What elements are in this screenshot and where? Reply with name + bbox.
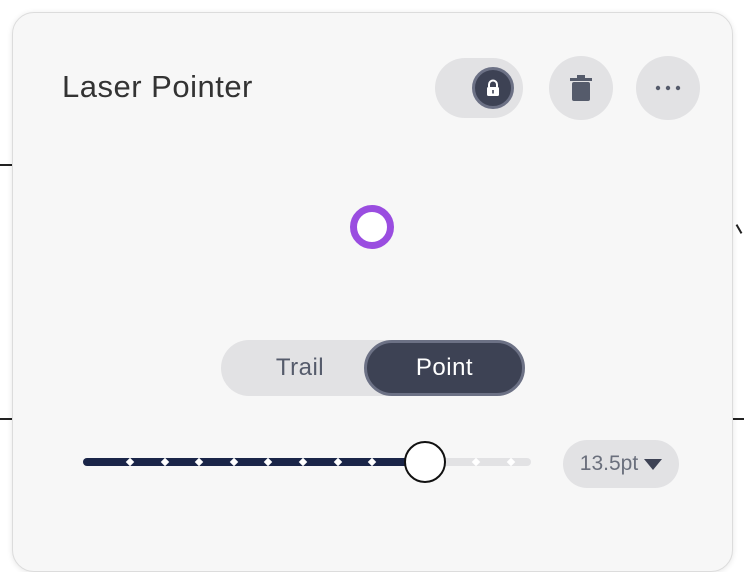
size-dropdown[interactable]: 13.5pt [563, 440, 679, 488]
mode-option-point[interactable]: Point [364, 340, 525, 396]
laser-pointer-panel: Laser Pointer Trail Point [12, 12, 733, 572]
pointer-preview [350, 205, 394, 249]
more-options-button[interactable] [636, 56, 700, 120]
lock-icon [485, 79, 501, 97]
mode-option-trail[interactable]: Trail [221, 340, 379, 396]
slider-thumb[interactable] [404, 441, 446, 483]
lock-toggle-knob[interactable] [472, 67, 514, 109]
size-slider[interactable] [83, 443, 533, 487]
size-value: 13.5pt [580, 452, 638, 476]
canvas-stroke [732, 418, 744, 420]
delete-button[interactable] [549, 56, 613, 120]
chevron-down-icon [644, 459, 662, 470]
slider-track-fill [83, 458, 437, 466]
trash-icon [570, 75, 592, 101]
canvas-stroke [736, 224, 743, 234]
lock-toggle[interactable] [435, 58, 523, 118]
more-horizontal-icon [655, 85, 681, 91]
panel-title: Laser Pointer [62, 69, 253, 105]
mode-segmented-control: Trail Point [221, 340, 525, 396]
